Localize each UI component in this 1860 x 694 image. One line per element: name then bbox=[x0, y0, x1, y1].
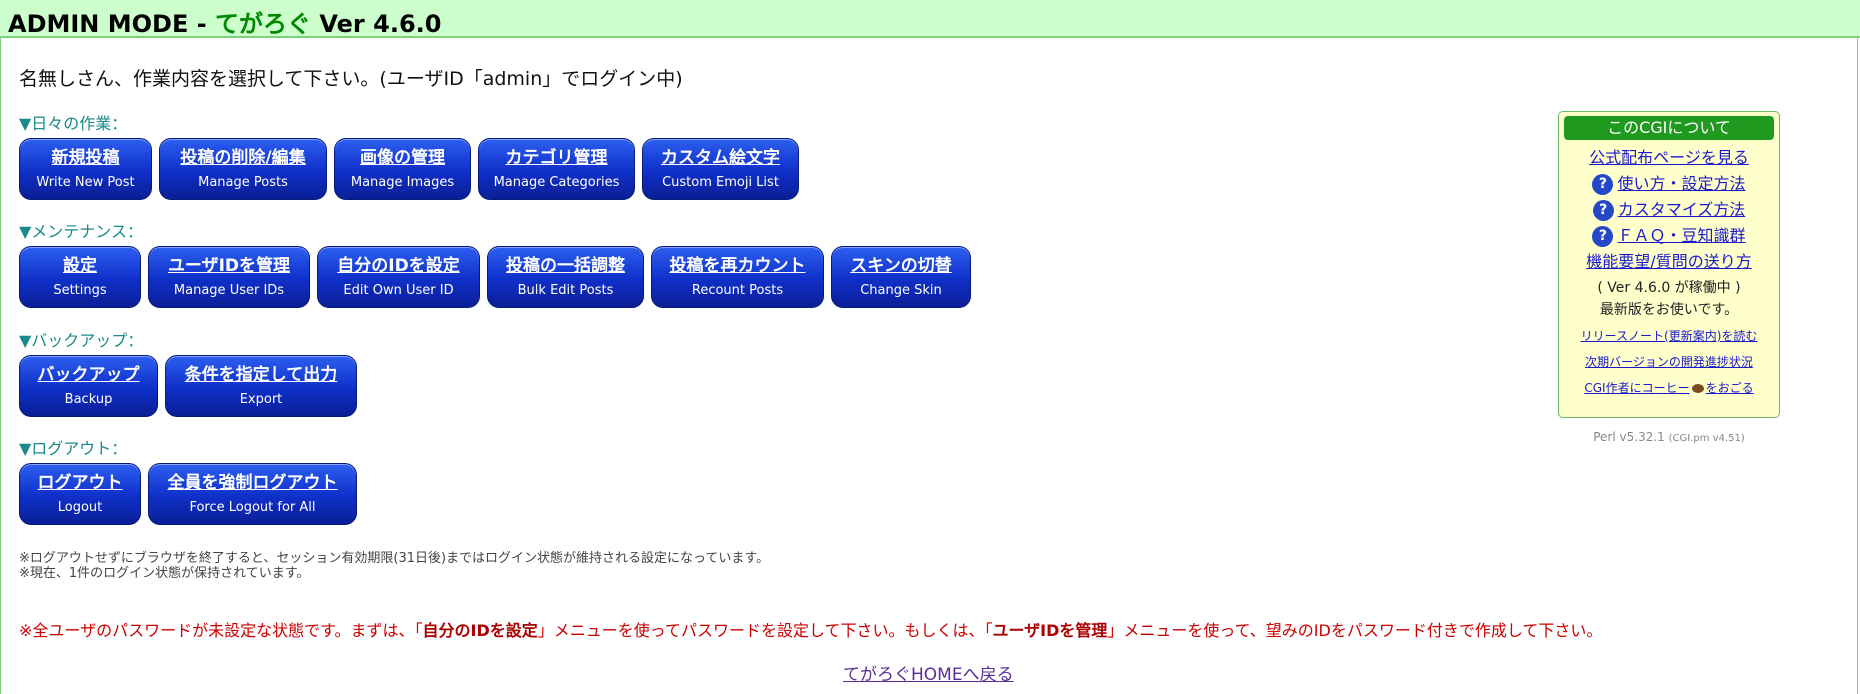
manage-user-ids-button[interactable]: ユーザIDを管理 Manage User IDs bbox=[148, 246, 310, 308]
bulk-edit-posts-button[interactable]: 投稿の一括調整 Bulk Edit Posts bbox=[487, 246, 644, 308]
button-label-en: Backup bbox=[64, 392, 113, 407]
coffee-bean-icon bbox=[1691, 384, 1704, 393]
button-label-en: Manage Images bbox=[350, 175, 455, 190]
warning-emphasis: 自分のIDを設定 bbox=[422, 621, 538, 640]
page-header: ADMIN MODE - てがろぐ Ver 4.6.0 bbox=[0, 0, 1860, 38]
usage-link[interactable]: 使い方・設定方法 bbox=[1617, 174, 1745, 193]
button-label-jp: 投稿の一括調整 bbox=[506, 256, 625, 276]
new-post-button[interactable]: 新規投稿 Write New Post bbox=[19, 138, 152, 200]
manage-images-button[interactable]: 画像の管理 Manage Images bbox=[334, 138, 471, 200]
button-label-jp: ログアウト bbox=[37, 473, 123, 493]
logout-button[interactable]: ログアウト Logout bbox=[19, 463, 141, 525]
button-label-en: Manage Categories bbox=[493, 175, 620, 190]
button-label-en: Logout bbox=[57, 500, 103, 515]
button-label-jp: 自分のIDを設定 bbox=[337, 256, 460, 276]
customize-link[interactable]: カスタマイズ方法 bbox=[1618, 200, 1746, 219]
button-label-jp: 画像の管理 bbox=[360, 148, 445, 168]
change-skin-button[interactable]: スキンの切替 Change Skin bbox=[831, 246, 971, 308]
warning-text: ※全ユーザのパスワードが未設定な状態です。まずは、「 bbox=[19, 621, 423, 640]
backup-button[interactable]: バックアップ Backup bbox=[19, 355, 158, 417]
password-warning: ※全ユーザのパスワードが未設定な状態です。まずは、「自分のIDを設定」メニューを… bbox=[19, 617, 1602, 641]
button-label-jp: 投稿の削除/編集 bbox=[180, 148, 306, 168]
session-note-count: ※現在、1件のログイン状態が保持されています。 bbox=[19, 566, 310, 581]
button-label-en: Change Skin bbox=[860, 283, 942, 298]
maintenance-buttons: 設定 Settings ユーザIDを管理 Manage User IDs 自分のID… bbox=[19, 246, 971, 308]
button-label-en: Settings bbox=[53, 283, 107, 298]
perl-version: Perl v5.32.1 (CGI.pm v4.51) bbox=[1558, 430, 1780, 444]
app-name: てがろぐ bbox=[215, 10, 312, 38]
version-label: Ver 4.6.0 bbox=[319, 10, 442, 38]
coffee-link-text: をおごる bbox=[1705, 381, 1754, 395]
button-label-en: Edit Own User ID bbox=[343, 283, 454, 298]
help-icon: ? bbox=[1592, 226, 1614, 247]
official-page-link[interactable]: 公式配布ページを見る bbox=[1559, 145, 1779, 171]
edit-own-id-button[interactable]: 自分のIDを設定 Edit Own User ID bbox=[317, 246, 480, 308]
coffee-link[interactable]: CGI作者にコーヒー をおごる bbox=[1559, 375, 1779, 401]
warning-emphasis: ユーザIDを管理 bbox=[992, 621, 1108, 640]
section-label-daily: ▼日々の作業： bbox=[19, 114, 128, 133]
help-icon: ? bbox=[1592, 174, 1614, 195]
custom-emoji-button[interactable]: カスタム絵文字 Custom Emoji List bbox=[642, 138, 799, 200]
faq-link[interactable]: ＦＡＱ・豆知識群 bbox=[1617, 226, 1745, 245]
welcome-message: 名無しさん、作業内容を選択して下さい。(ユーザID「admin」でログイン中) bbox=[19, 68, 683, 90]
section-label-maintenance: ▼メンテナンス： bbox=[19, 222, 143, 241]
manage-categories-button[interactable]: カテゴリ管理 Manage Categories bbox=[478, 138, 635, 200]
latest-version-status: 最新版をお使いです。 bbox=[1599, 302, 1739, 318]
export-button[interactable]: 条件を指定して出力 Export bbox=[165, 355, 357, 417]
cgi-pm-version: (CGI.pm v4.51) bbox=[1668, 433, 1745, 444]
session-note-expiry: ※ログアウトせずにブラウザを終了すると、セッション有効期限(31日後)まではログ… bbox=[19, 551, 770, 566]
button-label-jp: スキンの切替 bbox=[850, 256, 952, 276]
help-icon: ? bbox=[1592, 200, 1614, 221]
button-label-en: Export bbox=[239, 392, 283, 407]
about-cgi-box: このCGIについて 公式配布ページを見る ? 使い方・設定方法 ? カスタマイズ方法… bbox=[1558, 111, 1780, 418]
dev-progress-link[interactable]: 次期バージョンの開発進捗状況 bbox=[1559, 349, 1779, 375]
button-label-jp: バックアップ bbox=[37, 365, 140, 385]
button-label-en: Manage Posts bbox=[198, 175, 288, 190]
manage-posts-button[interactable]: 投稿の削除/編集 Manage Posts bbox=[159, 138, 327, 200]
button-label-en: Bulk Edit Posts bbox=[517, 283, 614, 298]
perl-version-main: Perl v5.32.1 bbox=[1593, 430, 1665, 444]
button-label-en: Recount Posts bbox=[691, 283, 784, 298]
home-link[interactable]: てがろぐHOMEへ戻る bbox=[843, 660, 1014, 685]
button-label-en: Force Logout for All bbox=[189, 500, 316, 515]
daily-buttons: 新規投稿 Write New Post 投稿の削除/編集 Manage Posts … bbox=[19, 138, 799, 200]
button-label-jp: 投稿を再カウント bbox=[669, 256, 806, 276]
button-label-jp: 全員を強制ログアウト bbox=[167, 473, 338, 493]
button-label-jp: 条件を指定して出力 bbox=[184, 365, 338, 385]
feedback-link[interactable]: 機能要望/質問の送り方 bbox=[1559, 249, 1779, 275]
admin-mode-label: ADMIN MODE - bbox=[8, 10, 207, 38]
button-label-jp: カスタム絵文字 bbox=[661, 148, 780, 168]
section-label-backup: ▼バックアップ： bbox=[19, 331, 144, 350]
force-logout-all-button[interactable]: 全員を強制ログアウト Force Logout for All bbox=[148, 463, 357, 525]
button-label-jp: 設定 bbox=[63, 256, 97, 276]
logout-buttons: ログアウト Logout 全員を強制ログアウト Force Logout for A… bbox=[19, 463, 357, 525]
section-label-logout: ▼ログアウト： bbox=[19, 439, 128, 458]
button-label-jp: カテゴリ管理 bbox=[505, 148, 608, 168]
warning-text: 」メニューを使ってパスワードを設定して下さい。もしくは、「 bbox=[537, 621, 993, 640]
warning-text: 」メニューを使って、望みのIDをパスワード付きで作成して下さい。 bbox=[1107, 621, 1603, 640]
button-label-jp: 新規投稿 bbox=[51, 148, 120, 168]
button-label-jp: ユーザIDを管理 bbox=[167, 256, 291, 276]
recount-posts-button[interactable]: 投稿を再カウント Recount Posts bbox=[651, 246, 824, 308]
version-status: ( Ver 4.6.0 が稼働中 ) bbox=[1597, 280, 1741, 296]
backup-buttons: バックアップ Backup 条件を指定して出力 Export bbox=[19, 355, 357, 417]
settings-button[interactable]: 設定 Settings bbox=[19, 246, 141, 308]
coffee-link-text: CGI作者にコーヒー bbox=[1584, 381, 1690, 395]
release-notes-link[interactable]: リリースノート(更新案内)を読む bbox=[1559, 323, 1779, 349]
button-label-en: Custom Emoji List bbox=[662, 175, 779, 190]
button-label-en: Write New Post bbox=[36, 175, 135, 190]
button-label-en: Manage User IDs bbox=[173, 283, 285, 298]
session-notes: ※ログアウトせずにブラウザを終了すると、セッション有効期限(31日後)まではログ… bbox=[19, 551, 769, 581]
about-cgi-title: このCGIについて bbox=[1564, 116, 1774, 140]
